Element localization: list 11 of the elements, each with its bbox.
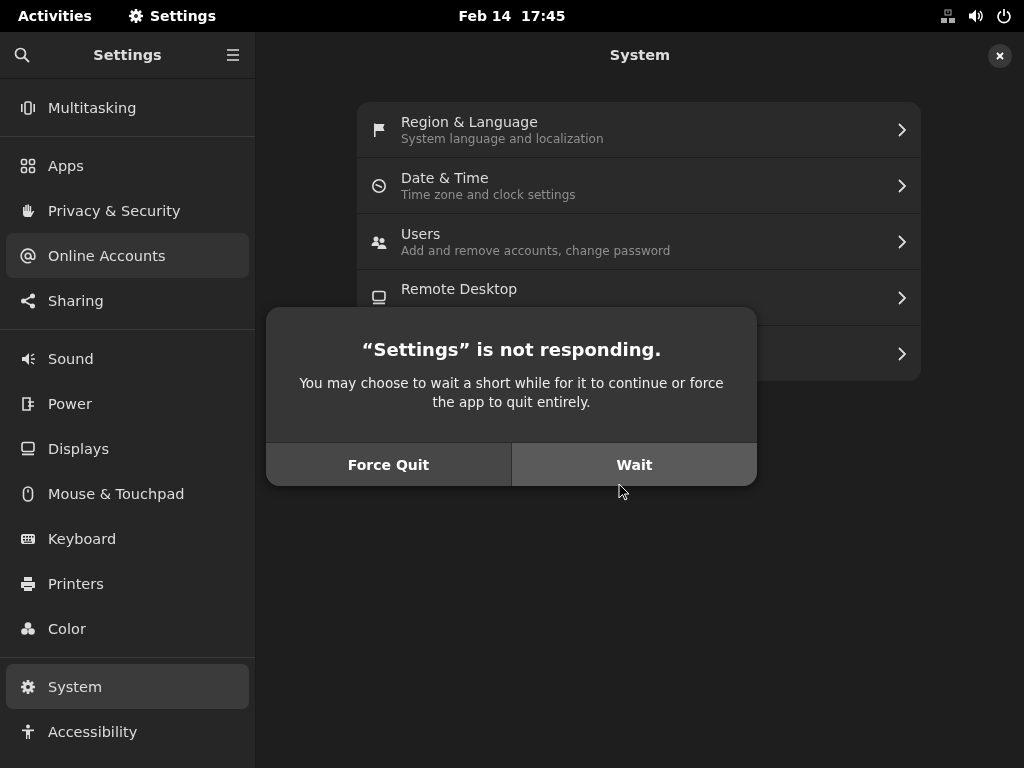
row-subtitle: System language and localization xyxy=(401,131,605,146)
dialog-title: “Settings” is not responding. xyxy=(360,339,663,360)
row-title: Date & Time xyxy=(401,169,490,186)
row-subtitle: Time zone and clock settings xyxy=(401,187,577,202)
dialog-message: You may choose to wait a short while for it to continue or force the app to quit entirely. xyxy=(298,374,725,412)
row-title: Users xyxy=(401,225,442,242)
row-title: Remote Desktop xyxy=(401,280,519,297)
page-title: System xyxy=(609,47,671,63)
row-title: Region & Language xyxy=(401,113,539,130)
row-subtitle: Add and remove accounts, change password xyxy=(401,243,672,258)
sidebar-title: Settings xyxy=(93,47,162,63)
